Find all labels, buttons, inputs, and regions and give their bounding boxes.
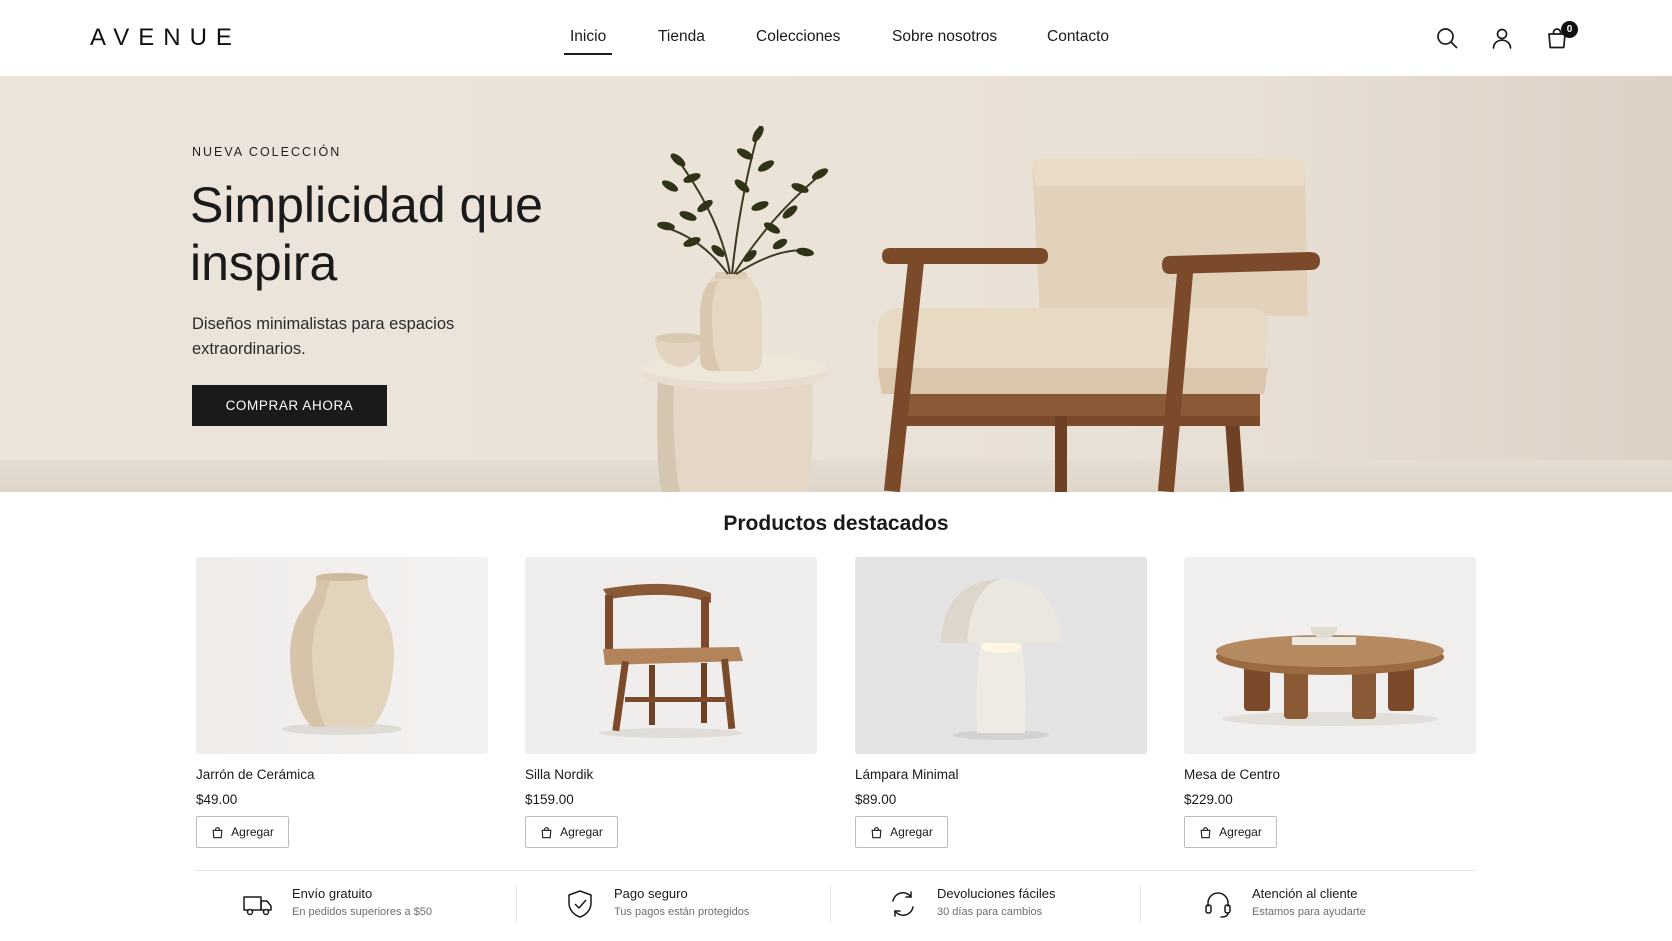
- feature-separator: [516, 886, 517, 922]
- product-name[interactable]: Lámpara Minimal: [855, 767, 1147, 782]
- feature-subtitle: En pedidos superiores a $50: [292, 906, 433, 918]
- add-to-cart-label: Agregar: [1219, 825, 1262, 839]
- add-to-cart-label: Agregar: [560, 825, 603, 839]
- add-to-cart-button[interactable]: Agregar: [855, 816, 948, 848]
- add-to-cart-button[interactable]: Agregar: [525, 816, 618, 848]
- search-icon[interactable]: [1431, 22, 1463, 54]
- hero-subtitle: Diseños minimalistas para espacios extra…: [192, 315, 455, 358]
- feature-title: Devoluciones fáciles: [937, 886, 1056, 901]
- nav-item-colecciones[interactable]: Colecciones: [756, 28, 840, 46]
- add-to-cart-label: Agregar: [231, 825, 274, 839]
- product-image-vase[interactable]: [196, 557, 488, 754]
- product-name[interactable]: Jarrón de Cerámica: [196, 767, 488, 782]
- hero-banner: NUEVA COLECCIÓN Simplicidad que inspira …: [0, 76, 1672, 492]
- shopping-bag-icon: [541, 826, 552, 838]
- feature-separator: [830, 886, 831, 922]
- product-price: $49.00: [196, 792, 238, 807]
- shopping-bag-icon: [212, 826, 223, 838]
- shopping-bag-icon: [871, 826, 882, 838]
- user-icon[interactable]: [1486, 22, 1518, 54]
- product-card-chair[interactable]: Silla Nordik $159.00 Agregar: [525, 557, 817, 848]
- hero-title: Simplicidad que inspira: [190, 177, 543, 291]
- product-price: $159.00: [525, 792, 574, 807]
- product-card-coffee-table[interactable]: Mesa de Centro $229.00 Agregar: [1184, 557, 1476, 848]
- feature-subtitle: Tus pagos están protegidos: [614, 906, 750, 918]
- product-name[interactable]: Mesa de Centro: [1184, 767, 1476, 782]
- product-name[interactable]: Silla Nordik: [525, 767, 817, 782]
- refresh-icon: [892, 891, 914, 917]
- feature-subtitle: 30 días para cambios: [937, 906, 1043, 918]
- hero-eyebrow: NUEVA COLECCIÓN: [192, 145, 342, 159]
- hero-product-image: [643, 125, 1320, 492]
- truck-icon: [243, 896, 272, 916]
- feature-separator: [1140, 886, 1141, 922]
- nav-item-contacto[interactable]: Contacto: [1047, 28, 1109, 46]
- nav-item-sobre-nosotros[interactable]: Sobre nosotros: [892, 28, 997, 46]
- shopping-bag-icon[interactable]: 0: [1541, 21, 1578, 54]
- cart-count-badge: 0: [1561, 21, 1578, 38]
- product-card-vase[interactable]: Jarrón de Cerámica $49.00 Agregar: [196, 557, 488, 848]
- nav-item-inicio[interactable]: Inicio: [563, 28, 613, 55]
- add-to-cart-button[interactable]: Agregar: [1184, 816, 1277, 848]
- feature-title: Envío gratuito: [292, 886, 373, 901]
- product-image-coffee-table[interactable]: [1184, 557, 1476, 754]
- feature-title: Atención al cliente: [1252, 886, 1358, 901]
- add-to-cart-label: Agregar: [890, 825, 933, 839]
- product-image-lamp[interactable]: [855, 557, 1147, 754]
- armchair-illustration: [878, 158, 1320, 492]
- shield-check-icon: [568, 890, 592, 918]
- feature-subtitle: Estamos para ayudarte: [1252, 906, 1366, 918]
- nav-item-tienda[interactable]: Tienda: [658, 28, 705, 46]
- features-divider: [195, 870, 1475, 871]
- product-price: $229.00: [1184, 792, 1233, 807]
- shop-now-button[interactable]: COMPRAR AHORA: [192, 385, 387, 426]
- side-table-illustration: [643, 272, 827, 492]
- site-header: AVENUE Inicio Tienda Colecciones Sobre n…: [0, 0, 1672, 76]
- featured-section-title: Productos destacados: [723, 512, 949, 535]
- shopping-bag-icon: [1200, 826, 1211, 838]
- product-card-lamp[interactable]: Lámpara Minimal $89.00 Agregar: [855, 557, 1147, 848]
- product-image-chair[interactable]: [525, 557, 817, 754]
- feature-title: Pago seguro: [614, 886, 688, 901]
- main-nav: Inicio Tienda Colecciones Sobre nosotros…: [0, 0, 1672, 76]
- headset-icon: [1205, 892, 1231, 918]
- product-price: $89.00: [855, 792, 897, 807]
- add-to-cart-button[interactable]: Agregar: [196, 816, 289, 848]
